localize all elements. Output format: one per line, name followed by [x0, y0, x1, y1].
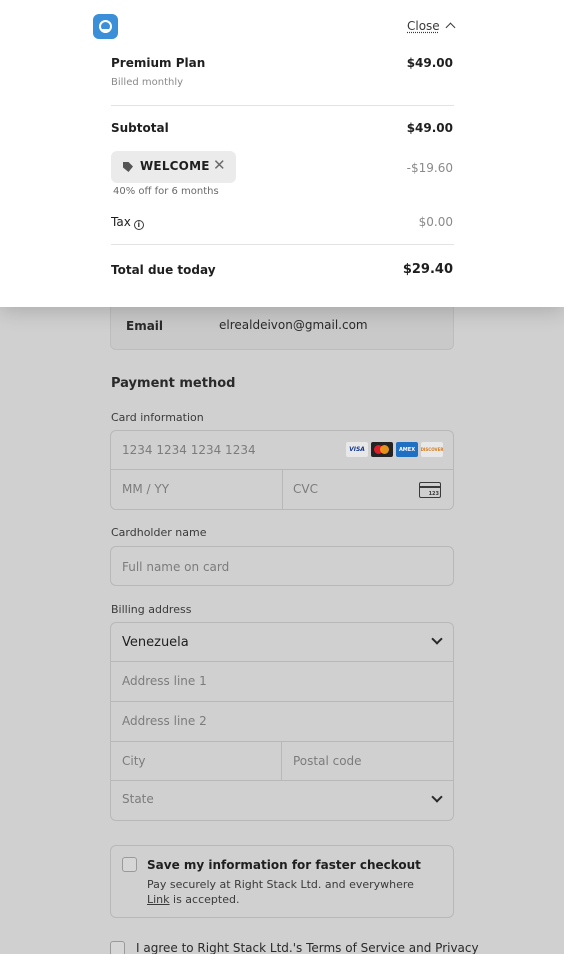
cvc-placeholder: CVC	[293, 482, 318, 496]
save-info-description: Pay securely at Right Stack Ltd. and eve…	[147, 878, 414, 906]
billing-address-group: Venezuela Address line 1 Address line 2 …	[110, 622, 454, 821]
cardholder-name-input[interactable]: Full name on card	[110, 546, 454, 586]
total-label: Total due today	[111, 263, 216, 277]
plan-price: $49.00	[406, 56, 453, 70]
close-summary-button[interactable]: Close	[407, 19, 456, 33]
tag-icon	[123, 162, 133, 172]
merchant-logo	[93, 14, 118, 39]
promo-code-chip: WELCOME ✕	[111, 151, 236, 183]
plan-billing: Billed monthly	[111, 77, 184, 88]
email-value: elrealdeivon@gmail.com	[219, 318, 368, 332]
cardholder-name-label: Cardholder name	[111, 526, 207, 539]
tax-value: $0.00	[418, 215, 453, 229]
country-select[interactable]: Venezuela	[111, 623, 453, 662]
email-label: Email	[126, 319, 164, 333]
cvc-card-icon: 123	[419, 482, 441, 498]
postal-code-placeholder: Postal code	[293, 754, 362, 768]
divider	[111, 105, 454, 106]
card-brands: VISA AMEX DISCOVER	[346, 442, 443, 457]
payment-method-title: Payment method	[111, 376, 236, 391]
order-summary-panel: Close Premium Plan $49.00 Billed monthly…	[0, 0, 564, 307]
card-information-group: 1234 1234 1234 1234 VISA AMEX DISCOVER M…	[110, 430, 454, 510]
terms-text: I agree to Right Stack Ltd.'s Terms of S…	[136, 941, 479, 954]
discover-icon: DISCOVER	[421, 442, 443, 457]
card-number-placeholder: 1234 1234 1234 1234	[122, 443, 256, 457]
divider	[111, 244, 454, 245]
terms-checkbox[interactable]	[110, 941, 125, 954]
state-placeholder: State	[122, 792, 154, 806]
city-placeholder: City	[122, 754, 146, 768]
address-line-2-input[interactable]: Address line 2	[111, 702, 453, 742]
card-information-label: Card information	[111, 411, 204, 424]
city-input[interactable]: City	[111, 742, 282, 781]
save-info-title: Save my information for faster checkout	[147, 858, 421, 872]
cardholder-placeholder: Full name on card	[122, 560, 230, 574]
tax-label: Tax i	[111, 215, 144, 230]
total-value: $29.40	[402, 262, 453, 277]
amex-icon: AMEX	[396, 442, 418, 457]
save-info-checkbox[interactable]	[122, 857, 137, 872]
country-value: Venezuela	[122, 635, 189, 650]
address-line-1-placeholder: Address line 1	[122, 674, 207, 688]
visa-icon: VISA	[346, 442, 368, 457]
subtotal-label: Subtotal	[111, 121, 169, 135]
chevron-down-icon	[431, 791, 443, 803]
card-number-input[interactable]: 1234 1234 1234 1234 VISA AMEX DISCOVER	[111, 431, 453, 470]
billing-address-label: Billing address	[111, 603, 192, 616]
plan-name: Premium Plan	[111, 56, 206, 70]
address-line-1-input[interactable]: Address line 1	[111, 662, 453, 702]
save-info-option[interactable]: Save my information for faster checkout …	[110, 845, 454, 918]
remove-promo-icon[interactable]: ✕	[213, 156, 226, 174]
state-select[interactable]: State	[111, 781, 453, 820]
expiry-input[interactable]: MM / YY	[111, 470, 282, 510]
info-icon[interactable]: i	[133, 220, 144, 230]
expiry-placeholder: MM / YY	[122, 482, 170, 496]
close-label: Close	[407, 19, 440, 33]
chevron-down-icon	[431, 633, 443, 645]
promo-code: WELCOME	[140, 159, 210, 173]
postal-code-input[interactable]: Postal code	[283, 742, 453, 781]
email-display: Email elrealdeivon@gmail.com	[110, 300, 454, 350]
promo-discount: -$19.60	[406, 161, 453, 175]
address-line-2-placeholder: Address line 2	[122, 714, 207, 728]
link-link[interactable]: Link	[147, 893, 170, 906]
chevron-up-icon	[445, 22, 456, 33]
promo-note: 40% off for 6 months	[113, 186, 219, 197]
mastercard-icon	[371, 442, 393, 457]
subtotal-value: $49.00	[406, 121, 453, 135]
cvc-input[interactable]: CVC 123	[283, 470, 453, 510]
